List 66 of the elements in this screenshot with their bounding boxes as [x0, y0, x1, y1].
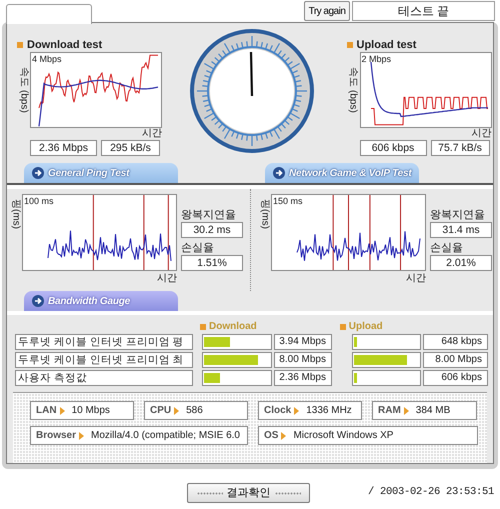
info-value: Microsoft Windows XP: [293, 429, 394, 443]
arrow-icon: [60, 406, 65, 414]
info-value: 384 MB: [416, 404, 450, 418]
arrow-icon: [294, 406, 300, 414]
loss-field: 1.51%: [181, 255, 243, 271]
loss-label: 손실율: [181, 241, 215, 255]
value-cell: 3.94 Mbps: [274, 334, 332, 350]
arrow-circle-icon: [32, 167, 44, 179]
info-value: 1336 MHz: [306, 404, 352, 418]
column-header: Upload: [348, 320, 383, 334]
value-cell: 2.36 Mbps: [274, 370, 332, 386]
timestamp: / 2003-02-26 23:53:51: [368, 485, 494, 500]
info-label: RAM: [378, 404, 401, 418]
axis-label: 속도 (bps): [346, 67, 360, 113]
reading-field: 2.36 Mbps: [30, 140, 97, 156]
axis-label: 시간: [405, 273, 426, 285]
name-cell: 두루넷 케이블 인터넷 프리미엄 평: [15, 334, 193, 350]
bullet-icon: [17, 42, 23, 48]
arrow-icon: [281, 432, 286, 440]
bullet-icon: [200, 324, 206, 330]
confirm-button[interactable]: 결과확인: [187, 483, 310, 503]
name-cell: 사용자 측정값: [15, 370, 193, 386]
bullet-icon: [340, 324, 346, 330]
try-again-button[interactable]: Try again: [304, 1, 350, 21]
arrow-circle-icon: [32, 295, 44, 307]
arrow-icon: [79, 432, 84, 440]
info-label: Browser: [36, 429, 76, 443]
status-field: 테스트 끝: [352, 1, 495, 21]
column-header: Download: [209, 320, 257, 334]
info-value: 586: [186, 404, 203, 418]
scale-label: 4 Mbps: [32, 54, 62, 64]
info-value: Mozilla/4.0 (compatible; MSIE 6.0: [91, 429, 240, 443]
arrow-icon: [174, 406, 180, 414]
bullet-icon: [346, 42, 352, 48]
latency-label: 왕복지연율: [430, 208, 486, 222]
scale-label: 100 ms: [24, 196, 54, 206]
reading-field: 75.7 kB/s: [430, 140, 490, 156]
axis-label: 속도 (bps): [17, 67, 30, 113]
scale-label: 150 ms: [273, 196, 303, 206]
title-text: Upload test: [356, 38, 416, 53]
axis-label: 시간: [156, 273, 177, 285]
info-value: 10 Mbps: [72, 404, 110, 418]
reading-field: 606 kbps: [360, 140, 426, 156]
value-cell: 606 kbps: [423, 370, 488, 386]
loss-field: 2.01%: [430, 255, 492, 271]
loss-label: 손실율: [430, 241, 464, 255]
value-cell: 8.00 Mbps: [274, 352, 332, 368]
latency-label: 왕복지연율: [181, 208, 237, 222]
arrow-circle-icon: [273, 167, 285, 179]
title-text: Download test: [27, 38, 102, 53]
axis-label: 핑(ms): [258, 199, 272, 229]
arrow-icon: [404, 406, 409, 414]
name-cell: 두루넷 케이블 인터넷 프리미엄 최: [15, 352, 193, 368]
info-label: CPU: [150, 404, 172, 418]
reading-field: 295 kB/s: [101, 140, 160, 156]
info-label: Clock: [264, 404, 292, 418]
scale-label: 2 Mbps: [362, 54, 392, 64]
info-label: OS: [264, 429, 278, 443]
value-cell: 648 kbps: [423, 334, 488, 350]
axis-label: 시간: [141, 128, 162, 140]
latency-field: 31.4 ms: [430, 222, 492, 238]
axis-label: 시간: [470, 128, 492, 140]
axis-label: 핑(ms): [10, 199, 22, 229]
latency-field: 30.2 ms: [181, 222, 243, 238]
info-label: LAN: [36, 404, 57, 418]
value-cell: 8.00 Mbps: [423, 352, 488, 368]
